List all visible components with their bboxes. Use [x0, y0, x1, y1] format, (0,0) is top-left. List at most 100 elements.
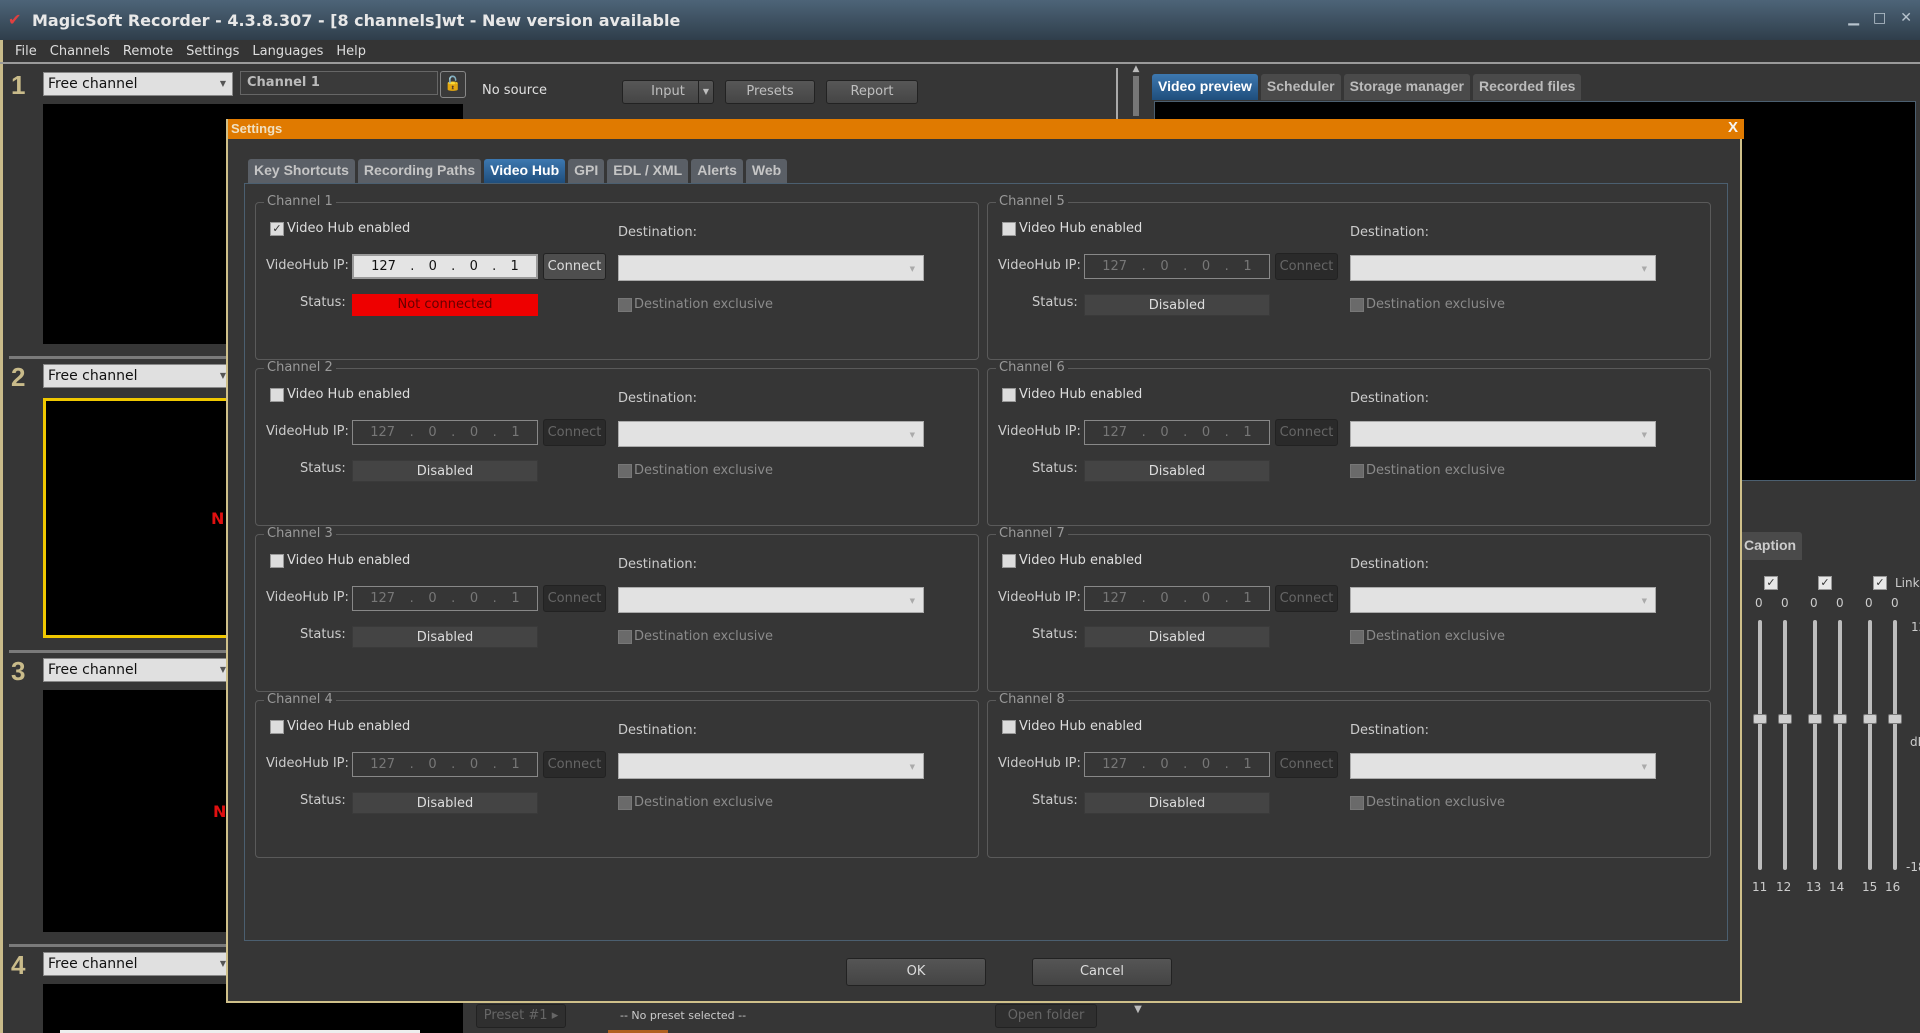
slider-thumb[interactable] [1808, 714, 1822, 724]
checkbox-icon[interactable] [1002, 553, 1016, 568]
destination-exclusive-checkbox[interactable]: Destination exclusive [618, 629, 773, 644]
destination-exclusive-checkbox[interactable]: Destination exclusive [618, 463, 773, 478]
videohub-ip-field[interactable]: 127. 0. 0. 1 [352, 420, 538, 445]
videohub-ip-field[interactable]: 127. 0. 0. 1 [1084, 420, 1270, 445]
connect-button[interactable]: Connect [1275, 419, 1338, 446]
tab-storage-manager[interactable]: Storage manager [1343, 74, 1470, 100]
checkbox-icon[interactable] [270, 387, 284, 402]
link-checkbox-11-12[interactable]: ✓ [1764, 576, 1778, 590]
checkbox-icon[interactable] [1350, 297, 1364, 312]
checkbox-checked-icon[interactable]: ✓ [270, 221, 284, 236]
video-hub-enabled-checkbox[interactable]: Video Hub enabled [270, 553, 410, 568]
checkbox-icon[interactable] [618, 463, 632, 478]
menu-languages[interactable]: Languages [252, 44, 323, 59]
maximize-icon[interactable]: □ [1873, 10, 1886, 26]
destination-select[interactable]: ▼ [1350, 255, 1656, 281]
close-icon[interactable]: ✕ [1900, 10, 1912, 26]
tab-video-preview[interactable]: Video preview [1152, 74, 1258, 100]
volume-slider-15[interactable] [1868, 620, 1872, 870]
destination-exclusive-checkbox[interactable]: Destination exclusive [618, 795, 773, 810]
scroll-up-icon[interactable]: ▲ [1128, 64, 1144, 74]
video-hub-enabled-checkbox[interactable]: Video Hub enabled [270, 387, 410, 402]
dialog-title-bar[interactable]: Settings X [228, 119, 1744, 139]
video-hub-enabled-checkbox[interactable]: Video Hub enabled [1002, 719, 1142, 734]
channel-1-source-select[interactable]: Free channel ▼ [43, 72, 233, 96]
input-button[interactable]: Input ▼ [622, 80, 714, 104]
destination-exclusive-checkbox[interactable]: Destination exclusive [618, 297, 773, 312]
checkbox-icon[interactable] [618, 297, 632, 312]
report-button[interactable]: Report [826, 80, 918, 104]
destination-select[interactable]: ▼ [618, 587, 924, 613]
connect-button[interactable]: Connect [1275, 585, 1338, 612]
destination-select[interactable]: ▼ [618, 421, 924, 447]
link-checkbox-13-14[interactable]: ✓ [1818, 576, 1832, 590]
checkbox-icon[interactable] [1350, 463, 1364, 478]
checkbox-icon[interactable] [1002, 719, 1016, 734]
channel-3-source-select[interactable]: Free channel ▼ [43, 658, 233, 682]
videohub-ip-field[interactable]: 127. 0. 0. 1 [352, 752, 538, 777]
open-folder-button[interactable]: Open folder [995, 1004, 1097, 1028]
connect-button[interactable]: Connect [543, 585, 606, 612]
slider-thumb[interactable] [1778, 714, 1792, 724]
connect-button[interactable]: Connect [543, 419, 606, 446]
slider-thumb[interactable] [1753, 714, 1767, 724]
volume-slider-14[interactable] [1838, 620, 1842, 870]
videohub-ip-field[interactable]: 127. 0. 0. 1 [352, 586, 538, 611]
tab-recorded-files[interactable]: Recorded files [1472, 74, 1582, 100]
menu-channels[interactable]: Channels [50, 44, 110, 59]
volume-slider-12[interactable] [1783, 620, 1787, 870]
tab-caption[interactable]: Caption [1738, 532, 1803, 560]
chevron-down-icon[interactable]: ▼ [1128, 1004, 1148, 1026]
presets-button[interactable]: Presets [725, 80, 815, 104]
destination-select[interactable]: ▼ [1350, 753, 1656, 779]
menu-settings[interactable]: Settings [186, 44, 239, 59]
tab-key-shortcuts[interactable]: Key Shortcuts [248, 159, 355, 183]
link-checkbox-15-16[interactable]: ✓ [1873, 576, 1887, 590]
scrollbar[interactable]: ▲ [1128, 64, 1144, 124]
tab-gpi[interactable]: GPI [568, 159, 605, 183]
scroll-thumb[interactable] [1133, 76, 1139, 116]
preset-button[interactable]: Preset #1 ▸ [476, 1004, 566, 1028]
menu-remote[interactable]: Remote [123, 44, 173, 59]
tab-recording-paths[interactable]: Recording Paths [357, 159, 482, 183]
cancel-button[interactable]: Cancel [1032, 958, 1172, 986]
checkbox-icon[interactable] [270, 719, 284, 734]
slider-thumb[interactable] [1833, 714, 1847, 724]
volume-slider-11[interactable] [1758, 620, 1762, 870]
destination-select[interactable]: ▼ [1350, 421, 1656, 447]
channel-1-name-field[interactable]: Channel 1 [240, 71, 438, 95]
checkbox-icon[interactable] [270, 553, 284, 568]
tab-edl-xml[interactable]: EDL / XML [607, 159, 689, 183]
channel-4-source-select[interactable]: Free channel ▼ [43, 952, 233, 976]
checkbox-icon[interactable] [1002, 221, 1016, 236]
destination-select[interactable]: ▼ [618, 753, 924, 779]
destination-select[interactable]: ▼ [1350, 587, 1656, 613]
checkbox-icon[interactable] [618, 795, 632, 810]
volume-slider-13[interactable] [1813, 620, 1817, 870]
connect-button[interactable]: Connect [1275, 751, 1338, 778]
video-hub-enabled-checkbox[interactable]: ✓ Video Hub enabled [270, 221, 410, 236]
videohub-ip-field[interactable]: 127. 0. 0. 1 [1084, 752, 1270, 777]
videohub-ip-field[interactable]: 127. 0. 0. 1 [352, 254, 538, 279]
channel-2-source-select[interactable]: Free channel ▼ [43, 364, 233, 388]
tab-video-hub[interactable]: Video Hub [484, 159, 566, 183]
connect-button[interactable]: Connect [1275, 253, 1338, 280]
video-hub-enabled-checkbox[interactable]: Video Hub enabled [1002, 553, 1142, 568]
menu-help[interactable]: Help [336, 44, 366, 59]
lock-icon[interactable]: 🔓 [440, 71, 466, 98]
destination-exclusive-checkbox[interactable]: Destination exclusive [1350, 463, 1505, 478]
tab-web[interactable]: Web [745, 159, 788, 183]
destination-exclusive-checkbox[interactable]: Destination exclusive [1350, 297, 1505, 312]
connect-button[interactable]: Connect [543, 253, 606, 280]
videohub-ip-field[interactable]: 127. 0. 0. 1 [1084, 254, 1270, 279]
videohub-ip-field[interactable]: 127. 0. 0. 1 [1084, 586, 1270, 611]
checkbox-icon[interactable] [1002, 387, 1016, 402]
slider-thumb[interactable] [1888, 714, 1902, 724]
video-hub-enabled-checkbox[interactable]: Video Hub enabled [270, 719, 410, 734]
connect-button[interactable]: Connect [543, 751, 606, 778]
checkbox-icon[interactable] [618, 629, 632, 644]
checkbox-icon[interactable] [1350, 795, 1364, 810]
tab-scheduler[interactable]: Scheduler [1260, 74, 1341, 100]
menu-file[interactable]: File [15, 44, 37, 59]
channel-2-video-selected[interactable]: N [43, 398, 243, 638]
